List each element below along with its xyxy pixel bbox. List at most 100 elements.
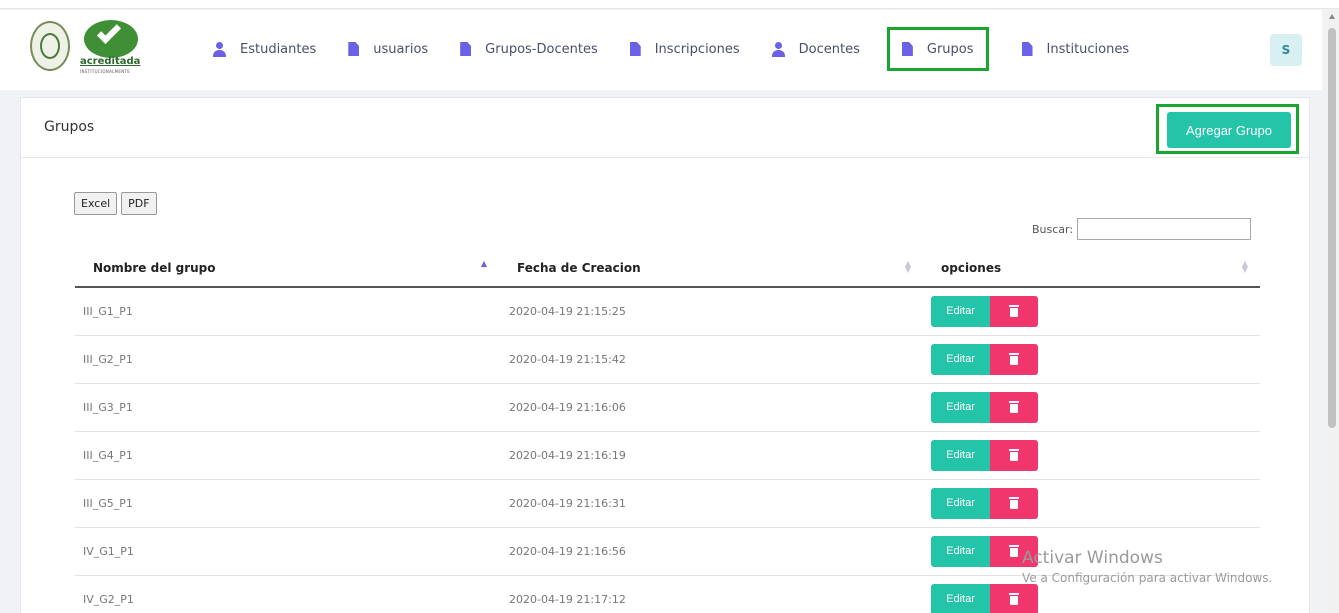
delete-button[interactable]: [990, 487, 1038, 519]
page-scrollbar[interactable]: [1325, 10, 1339, 613]
add-group-button[interactable]: Agregar Grupo: [1167, 112, 1291, 148]
group-name-cell: IV_G2_P1: [75, 575, 499, 613]
table-row: III_G4_P1 2020-04-19 21:16:19 Editar: [75, 431, 1260, 480]
created-date-cell: 2020-04-19 21:15:25: [499, 287, 923, 336]
nav-item-inscripciones[interactable]: Inscripciones: [629, 38, 740, 60]
trash-icon: [1009, 352, 1019, 365]
trash-icon: [1009, 304, 1019, 317]
scroll-up-icon[interactable]: [1329, 14, 1335, 19]
table-row: IV_G2_P1 2020-04-19 21:17:12 Editar: [75, 575, 1260, 613]
column-header-label: Nombre del grupo: [93, 260, 216, 275]
trash-icon: [1009, 400, 1019, 413]
search-input[interactable]: [1077, 218, 1252, 240]
nav-item-label: usuarios: [373, 41, 429, 57]
group-name-cell: III_G3_P1: [75, 383, 499, 432]
table-row: III_G2_P1 2020-04-19 21:15:42 Editar: [75, 335, 1260, 384]
user-icon: [213, 41, 226, 57]
group-name-cell: III_G4_P1: [75, 431, 499, 480]
nav-item-estudiantes[interactable]: Estudiantes: [213, 38, 316, 60]
nav-item-label: Grupos: [926, 41, 974, 57]
user-icon: [771, 41, 785, 57]
accreditation-logo[interactable]: acreditada INSTITUCIONALMENTE: [76, 16, 158, 76]
nav-item-grupos-docentes[interactable]: Grupos-Docentes: [460, 38, 598, 60]
nav-item-label: Grupos-Docentes: [485, 41, 598, 57]
export-buttons: Excel PDF: [74, 192, 157, 215]
sort-both-icon: ▲ ▼: [1241, 259, 1248, 274]
table-row: III_G5_P1 2020-04-19 21:16:31 Editar: [75, 479, 1260, 528]
nav-item-instituciones[interactable]: Instituciones: [1021, 38, 1130, 60]
delete-button[interactable]: [990, 343, 1038, 375]
table-header-row: Nombre del grupo ▲ Fecha de Creacion ▲ ▼ …: [75, 249, 1260, 288]
trash-icon: [1009, 448, 1019, 461]
options-cell: Editar: [923, 383, 1260, 432]
top-navbar: acreditada INSTITUCIONALMENTE Estudiante…: [0, 10, 1322, 90]
column-header-name[interactable]: Nombre del grupo ▲: [75, 249, 499, 288]
page-title: Grupos: [44, 119, 95, 135]
nav-item-label: Inscripciones: [654, 41, 740, 57]
logo-subtext: INSTITUCIONALMENTE: [80, 69, 131, 74]
options-cell: Editar: [923, 287, 1260, 336]
edit-button[interactable]: Editar: [931, 439, 990, 471]
delete-button[interactable]: [990, 391, 1038, 423]
file-icon: [901, 42, 913, 56]
options-cell: Editar: [923, 575, 1260, 613]
nav-item-usuarios[interactable]: usuarios: [348, 38, 428, 60]
group-name-cell: III_G2_P1: [75, 335, 499, 384]
table-search: Buscar:: [1032, 218, 1252, 240]
delete-button[interactable]: [990, 295, 1038, 327]
file-icon: [629, 42, 641, 56]
options-cell: Editar: [923, 335, 1260, 384]
nav-item-label: Instituciones: [1046, 41, 1130, 57]
card-header: Grupos Agregar Grupo: [21, 98, 1309, 158]
edit-button[interactable]: Editar: [931, 487, 990, 519]
options-cell: Editar: [923, 527, 1260, 576]
scrollbar-thumb[interactable]: [1328, 28, 1336, 428]
edit-button[interactable]: Editar: [931, 583, 990, 613]
group-name-cell: III_G1_P1: [75, 287, 499, 336]
table-row: III_G3_P1 2020-04-19 21:16:06 Editar: [75, 383, 1260, 432]
created-date-cell: 2020-04-19 21:17:12: [499, 575, 923, 613]
window-top-border: [0, 0, 1339, 9]
group-name-cell: IV_G1_P1: [75, 527, 499, 576]
user-avatar[interactable]: S: [1270, 34, 1302, 66]
trash-icon: [1009, 496, 1019, 509]
add-button-highlight: Agregar Grupo: [1156, 104, 1299, 154]
table-row: IV_G1_P1 2020-04-19 21:16:56 Editar: [75, 527, 1260, 576]
edit-button[interactable]: Editar: [931, 391, 990, 423]
column-header-date[interactable]: Fecha de Creacion ▲ ▼: [499, 249, 923, 288]
logo-text: acreditada: [80, 56, 141, 67]
university-seal-logo[interactable]: [30, 21, 70, 71]
delete-button[interactable]: [990, 535, 1038, 567]
sort-both-icon: ▲ ▼: [904, 259, 911, 274]
edit-button[interactable]: Editar: [931, 343, 990, 375]
nav-item-grupos[interactable]: Grupos: [886, 27, 989, 71]
edit-button[interactable]: Editar: [931, 535, 990, 567]
logos: acreditada INSTITUCIONALMENTE: [30, 16, 158, 76]
group-name-cell: III_G5_P1: [75, 479, 499, 528]
groups-card: Grupos Agregar Grupo Excel PDF Buscar: N…: [20, 97, 1310, 613]
created-date-cell: 2020-04-19 21:16:31: [499, 479, 923, 528]
delete-button[interactable]: [990, 583, 1038, 613]
options-cell: Editar: [923, 431, 1260, 480]
groups-table: Nombre del grupo ▲ Fecha de Creacion ▲ ▼ …: [75, 249, 1260, 613]
column-header-options[interactable]: opciones ▲ ▼: [923, 249, 1260, 288]
trash-icon: [1009, 592, 1019, 605]
search-label: Buscar:: [1032, 222, 1074, 236]
file-icon: [460, 42, 472, 56]
created-date-cell: 2020-04-19 21:15:42: [499, 335, 923, 384]
table-row: III_G1_P1 2020-04-19 21:15:25 Editar: [75, 287, 1260, 336]
nav-item-label: Estudiantes: [240, 41, 317, 57]
created-date-cell: 2020-04-19 21:16:19: [499, 431, 923, 480]
created-date-cell: 2020-04-19 21:16:06: [499, 383, 923, 432]
file-icon: [348, 42, 360, 56]
nav-item-label: Docentes: [798, 41, 860, 57]
nav-menu: Estudiantes usuarios Grupos-Docentes Inscri…: [213, 27, 1161, 71]
column-header-label: Fecha de Creacion: [517, 260, 641, 275]
column-header-label: opciones: [941, 260, 1002, 275]
trash-icon: [1009, 544, 1019, 557]
nav-item-docentes[interactable]: Docentes: [771, 38, 860, 60]
export-excel-button[interactable]: Excel: [74, 192, 118, 215]
export-pdf-button[interactable]: PDF: [121, 192, 157, 215]
delete-button[interactable]: [990, 439, 1038, 471]
edit-button[interactable]: Editar: [931, 295, 990, 327]
